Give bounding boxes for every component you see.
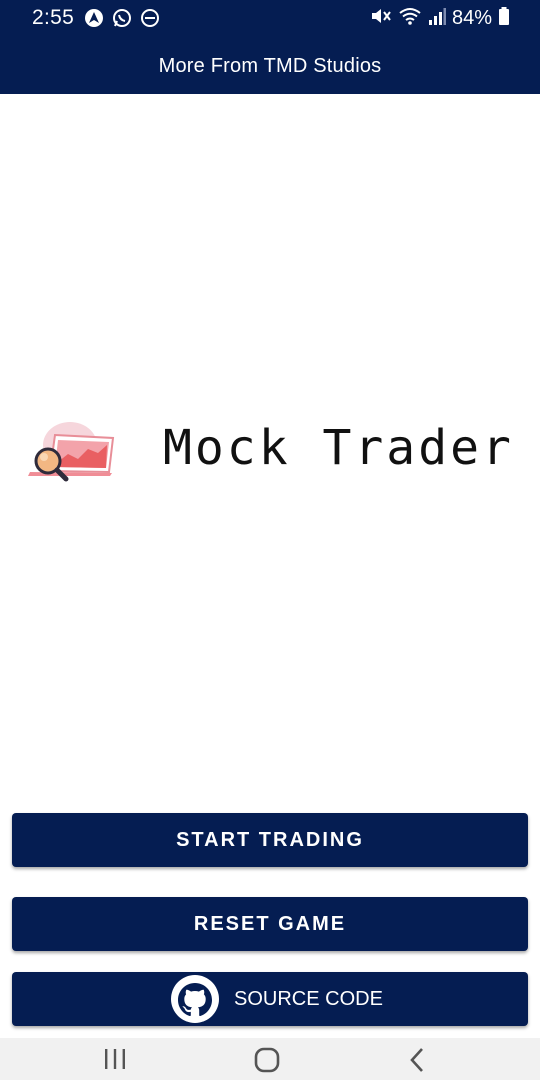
status-notification-icons (84, 8, 160, 33)
back-icon[interactable] (407, 1047, 427, 1078)
start-trading-button[interactable]: START TRADING (12, 813, 528, 867)
laptop-magnifier-icon (24, 418, 116, 487)
source-code-label: SOURCE CODE (234, 988, 383, 1010)
recents-icon[interactable] (103, 1048, 127, 1075)
signal-icon (428, 6, 446, 31)
battery-icon (498, 6, 510, 31)
whatsapp-icon (112, 8, 132, 33)
mute-icon (370, 6, 392, 31)
header-link-more-from[interactable]: More From TMD Studios (159, 55, 382, 78)
start-trading-label: START TRADING (176, 828, 364, 851)
github-icon (170, 974, 220, 1030)
home-icon[interactable] (254, 1047, 280, 1078)
dnd-icon (140, 8, 160, 33)
nav-arrow-icon (84, 8, 104, 33)
battery-percent: 84% (451, 7, 492, 29)
app-header: More From TMD Studios (0, 38, 540, 94)
source-code-button[interactable]: SOURCE CODE (12, 972, 528, 1026)
reset-game-button[interactable]: RESET GAME (12, 897, 528, 951)
app-title: Mock Trader (163, 420, 514, 476)
status-system-icons: 84% (370, 6, 510, 31)
reset-game-label: RESET GAME (193, 912, 347, 935)
app-logo: Mock Trader (24, 418, 524, 488)
wifi-icon (398, 6, 422, 31)
system-nav-bar (0, 1038, 540, 1080)
status-time: 2:55 (32, 6, 75, 29)
status-bar: 2:55 84% (0, 0, 540, 38)
